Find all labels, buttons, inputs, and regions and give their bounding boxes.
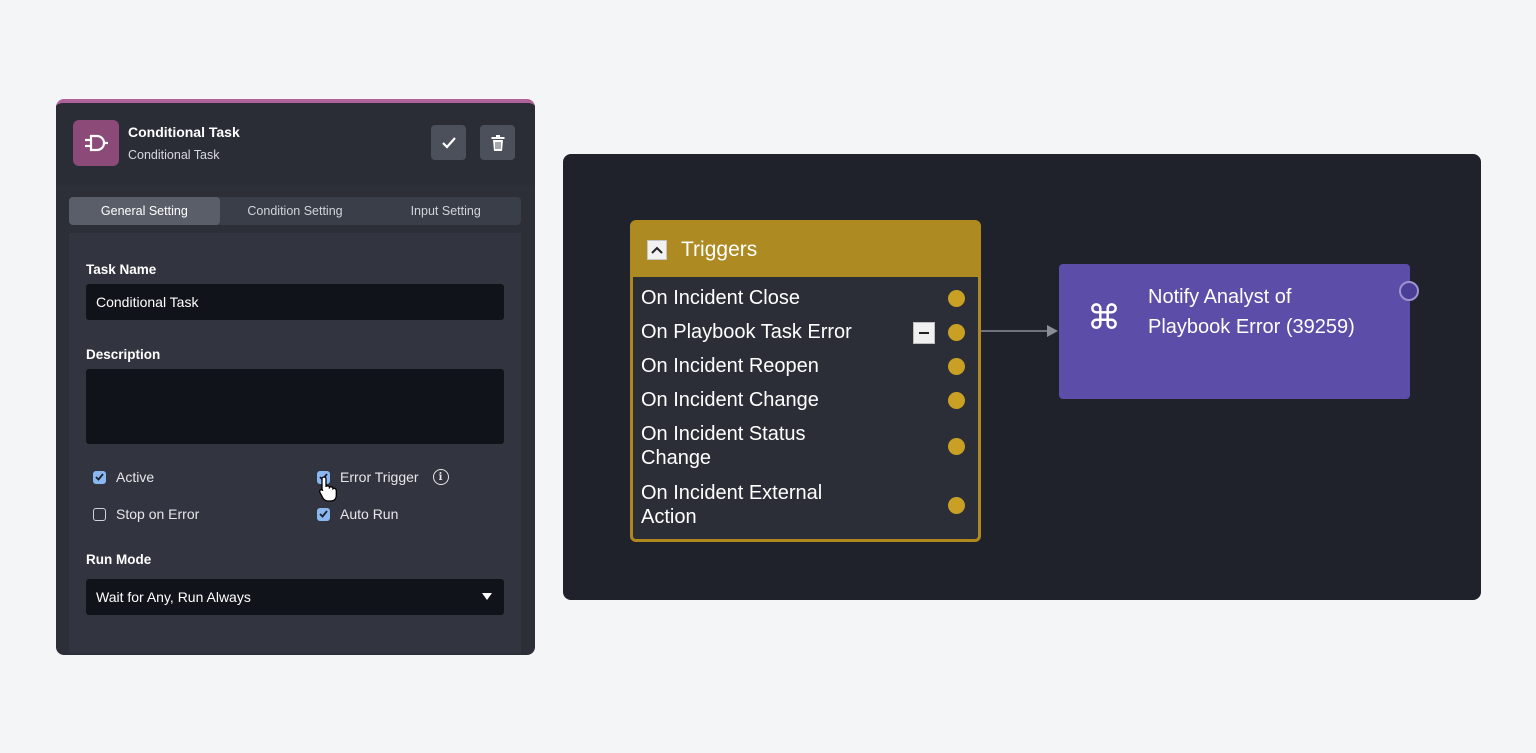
trash-icon (491, 134, 504, 151)
remove-trigger-button[interactable] (913, 322, 935, 344)
dropdown-arrow-icon (482, 593, 492, 600)
trigger-port[interactable] (948, 438, 965, 455)
output-port[interactable] (1399, 281, 1419, 301)
tab-condition-setting[interactable]: Condition Setting (220, 197, 371, 225)
run-mode-label: Run Mode (86, 552, 152, 567)
playbook-canvas[interactable]: Triggers On Incident Close On Playbook T… (563, 154, 1481, 600)
active-checkbox[interactable] (93, 470, 106, 484)
minus-icon (919, 332, 929, 334)
trigger-port[interactable] (948, 324, 965, 341)
description-label: Description (86, 347, 161, 362)
general-settings-form: Task Name Conditional Task Description A… (69, 233, 521, 653)
task-subtitle: Conditional Task (128, 148, 220, 162)
active-checkbox-row: Active (93, 469, 154, 485)
trigger-item: On Incident Status Change (641, 423, 806, 469)
trigger-item: On Incident Reopen (641, 355, 819, 377)
trigger-item: On Incident External Action (641, 482, 823, 528)
tab-input-setting[interactable]: Input Setting (370, 197, 521, 225)
triggers-title: Triggers (681, 238, 758, 261)
run-mode-select[interactable]: Wait for Any, Run Always (86, 579, 504, 615)
stop-on-error-checkbox-row: Stop on Error (93, 506, 199, 522)
active-label: Active (116, 469, 155, 485)
task-settings-panel: Conditional Task Conditional Task Genera… (56, 99, 535, 655)
error-trigger-label: Error Trigger (340, 469, 419, 485)
stop-on-error-checkbox[interactable] (93, 507, 106, 521)
command-icon: ⌘ (1087, 298, 1121, 338)
action-node-title: Notify Analyst of Playbook Error (39259) (1148, 286, 1355, 338)
confirm-button[interactable] (431, 125, 466, 160)
task-title: Conditional Task (128, 124, 240, 140)
trigger-port[interactable] (948, 290, 965, 307)
description-input[interactable] (86, 369, 504, 444)
trigger-port[interactable] (948, 497, 965, 514)
stop-on-error-label: Stop on Error (116, 506, 200, 522)
check-icon (319, 510, 328, 518)
hand-cursor-icon (319, 476, 337, 502)
panel-header: Conditional Task Conditional Task (56, 103, 535, 185)
logic-gate-icon (73, 120, 119, 166)
auto-run-label: Auto Run (340, 506, 399, 522)
trigger-item: On Incident Change (641, 389, 819, 411)
check-icon (441, 136, 456, 149)
trigger-port[interactable] (948, 358, 965, 375)
chevron-up-icon (651, 246, 663, 254)
run-mode-value: Wait for Any, Run Always (96, 589, 251, 605)
info-icon[interactable]: i (432, 469, 449, 485)
trigger-port[interactable] (948, 392, 965, 409)
trigger-item: On Playbook Task Error (641, 321, 852, 343)
task-name-label: Task Name (86, 262, 157, 277)
delete-button[interactable] (480, 125, 515, 160)
trigger-item: On Incident Close (641, 287, 800, 309)
settings-tabs: General Setting Condition Setting Input … (69, 197, 521, 225)
tab-general-setting[interactable]: General Setting (69, 197, 220, 225)
collapse-button[interactable] (647, 240, 667, 260)
auto-run-checkbox[interactable] (317, 507, 330, 521)
check-icon (95, 473, 104, 481)
notify-analyst-node[interactable]: ⌘ Notify Analyst of Playbook Error (3925… (1059, 264, 1410, 399)
triggers-node-header: Triggers (633, 223, 978, 277)
task-name-input[interactable]: Conditional Task (86, 284, 504, 320)
triggers-node[interactable]: Triggers On Incident Close On Playbook T… (630, 220, 981, 542)
auto-run-checkbox-row: Auto Run (317, 506, 398, 522)
